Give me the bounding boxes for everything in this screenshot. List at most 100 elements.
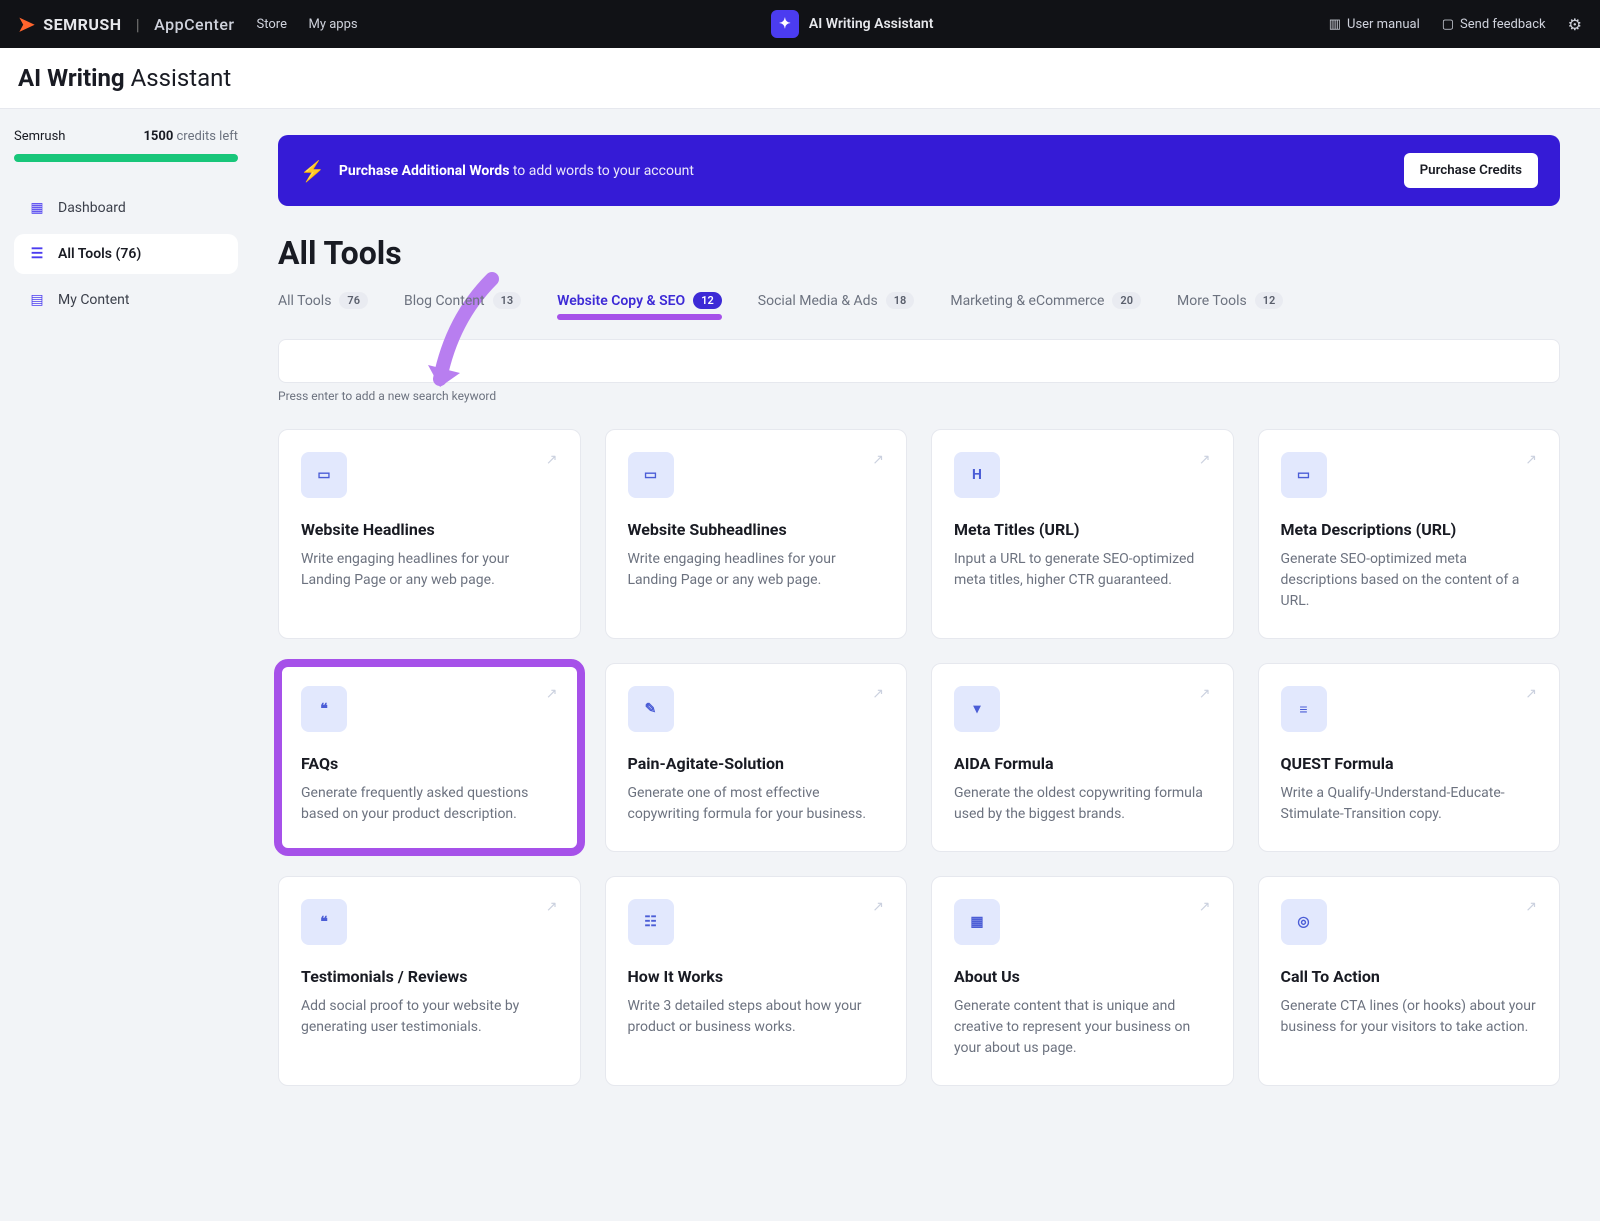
tool-card-pain-agitate-solution[interactable]: ✎↗Pain-Agitate-SolutionGenerate one of m… xyxy=(605,663,908,852)
tab-count: 13 xyxy=(493,292,522,309)
arrow-up-right-icon: ↗ xyxy=(1525,452,1537,468)
tab-label: Blog Content xyxy=(404,293,485,309)
tool-card-meta-titles-url-[interactable]: H↗Meta Titles (URL)Input a URL to genera… xyxy=(931,429,1234,639)
sidebar-item-label: Dashboard xyxy=(58,200,126,216)
tool-card-title: AIDA Formula xyxy=(954,754,1211,773)
credit-number: 1500 xyxy=(143,129,173,144)
banner-message: Purchase Additional Words to add words t… xyxy=(339,163,694,179)
search-hint: Press enter to add a new search keyword xyxy=(278,389,1560,403)
top-nav: Store My apps xyxy=(257,16,376,32)
tool-card-desc: Write 3 detailed steps about how your pr… xyxy=(628,996,885,1038)
tool-card-desc: Generate content that is unique and crea… xyxy=(954,996,1211,1059)
tool-card-quest-formula[interactable]: ≡↗QUEST FormulaWrite a Qualify-Understan… xyxy=(1258,663,1561,852)
tool-card-title: Website Headlines xyxy=(301,520,558,539)
tool-card-title: QUEST Formula xyxy=(1281,754,1538,773)
tool-card-how-it-works[interactable]: ☷ ↗ How It Works Write 3 detailed steps abo… xyxy=(605,876,908,1086)
nav-myapps[interactable]: My apps xyxy=(308,17,357,32)
tab-label: Website Copy & SEO xyxy=(557,293,685,309)
send-feedback-link[interactable]: ▢ Send feedback xyxy=(1442,17,1546,32)
tool-card-about-us[interactable]: ▦↗About UsGenerate content that is uniqu… xyxy=(931,876,1234,1086)
user-manual-link[interactable]: ▥ User manual xyxy=(1329,17,1420,32)
tool-card-desc: Write engaging headlines for your Landin… xyxy=(628,549,885,591)
sidebar: Semrush 1500 credits left ▦ Dashboard ☰ … xyxy=(0,109,252,1166)
tool-card-icon: ❝ xyxy=(301,899,347,945)
brand-logo[interactable]: ➤ SEMRUSH | AppCenter xyxy=(18,12,235,36)
tab-count: 12 xyxy=(693,292,722,309)
tab-more-tools[interactable]: More Tools12 xyxy=(1177,292,1283,319)
tool-card-icon: ◎ xyxy=(1281,899,1327,945)
heading-rest: Assistant xyxy=(125,64,232,92)
arrow-up-right-icon: ↗ xyxy=(546,452,558,468)
app-icon: ✦ xyxy=(771,10,799,38)
tool-card-title: Website Subheadlines xyxy=(628,520,885,539)
tab-label: All Tools xyxy=(278,293,331,309)
arrow-up-right-icon: ↗ xyxy=(872,899,884,915)
tool-card-title: Testimonials / Reviews xyxy=(301,967,558,986)
tool-card-title: Pain-Agitate-Solution xyxy=(628,754,885,773)
tool-card-desc: Generate frequently asked questions base… xyxy=(301,783,558,825)
sidebar-item-all-tools[interactable]: ☰ All Tools (76) xyxy=(14,234,238,274)
tool-card-icon: ▭ xyxy=(1281,452,1327,498)
tool-card-desc: Add social proof to your website by gene… xyxy=(301,996,558,1038)
app-title: AI Writing Assistant xyxy=(809,16,934,32)
arrow-up-right-icon: ↗ xyxy=(546,686,558,702)
sidebar-item-my-content[interactable]: ▤ My Content xyxy=(14,280,238,320)
page-heading: AI Writing Assistant xyxy=(18,64,1582,92)
nav-store[interactable]: Store xyxy=(257,17,287,32)
stack-icon: ☰ xyxy=(28,246,46,262)
arrow-up-right-icon: ↗ xyxy=(872,686,884,702)
tab-count: 76 xyxy=(339,292,368,309)
credit-progress xyxy=(14,154,238,162)
subheader: AI Writing Assistant xyxy=(0,48,1600,109)
tab-count: 18 xyxy=(886,292,915,309)
arrow-up-right-icon: ↗ xyxy=(546,899,558,915)
tool-card-title: About Us xyxy=(954,967,1211,986)
tab-all-tools[interactable]: All Tools 76 xyxy=(278,292,368,319)
tool-card-title: How It Works xyxy=(628,967,885,986)
arrow-up-right-icon: ↗ xyxy=(1525,686,1537,702)
tool-card-icon: ✎ xyxy=(628,686,674,732)
heading-bold: AI Writing xyxy=(18,64,125,92)
book-icon: ▥ xyxy=(1329,17,1341,32)
tool-card-icon: ≡ xyxy=(1281,686,1327,732)
tool-card-title: Meta Descriptions (URL) xyxy=(1281,520,1538,539)
tool-card-meta-descriptions-url-[interactable]: ▭↗Meta Descriptions (URL)Generate SEO-op… xyxy=(1258,429,1561,639)
tool-card-aida-formula[interactable]: ▾ ↗ AIDA Formula Generate the oldest copywr… xyxy=(931,663,1234,852)
sidebar-item-dashboard[interactable]: ▦ Dashboard xyxy=(14,188,238,228)
app-chip[interactable]: ✦ AI Writing Assistant xyxy=(771,10,934,38)
tool-card-icon: ▾ xyxy=(954,686,1000,732)
tab-social-media-ads[interactable]: Social Media & Ads 18 xyxy=(758,292,915,319)
chat-icon: ▢ xyxy=(1442,17,1454,32)
tool-tabs: All Tools 76 Blog Content 13 Website Copy & … xyxy=(278,292,1560,319)
tool-card-desc: Generate the oldest copywriting formula … xyxy=(954,783,1211,825)
tab-blog-content[interactable]: Blog Content 13 xyxy=(404,292,521,319)
flame-icon: ➤ xyxy=(18,12,35,36)
tool-card-website-subheadlines[interactable]: ▭ ↗ Website Subheadlines Write engaging hea… xyxy=(605,429,908,639)
tool-grid: ▭ ↗ Website Headlines Write engaging headli… xyxy=(278,429,1560,1086)
tab-website-copy-seo[interactable]: Website Copy & SEO 12 xyxy=(557,292,722,319)
search-input[interactable] xyxy=(278,339,1560,383)
tab-marketing-ecommerce[interactable]: Marketing & eCommerce20 xyxy=(950,292,1141,319)
settings-button[interactable]: ⚙ xyxy=(1568,15,1582,34)
grid-icon: ▦ xyxy=(28,200,46,216)
tool-card-icon: ❝ xyxy=(301,686,347,732)
arrow-up-right-icon: ↗ xyxy=(872,452,884,468)
tool-card-website-headlines[interactable]: ▭↗Website HeadlinesWrite engaging headli… xyxy=(278,429,581,639)
tool-card-call-to-action[interactable]: ◎↗Call To ActionGenerate CTA lines (or h… xyxy=(1258,876,1561,1086)
sidebar-item-label: My Content xyxy=(58,292,129,308)
purchase-credits-button[interactable]: Purchase Credits xyxy=(1404,153,1538,188)
tab-count: 12 xyxy=(1255,292,1284,309)
banner-rest: to add words to your account xyxy=(509,163,694,179)
user-manual-label: User manual xyxy=(1347,17,1420,32)
tab-count: 20 xyxy=(1112,292,1141,309)
arrow-up-right-icon: ↗ xyxy=(1199,686,1211,702)
tool-card-icon: ☷ xyxy=(628,899,674,945)
tab-label: Social Media & Ads xyxy=(758,293,878,309)
tool-card-faqs[interactable]: ❝↗FAQsGenerate frequently asked question… xyxy=(278,663,581,852)
tool-card-icon: ▭ xyxy=(628,452,674,498)
send-feedback-label: Send feedback xyxy=(1460,17,1546,32)
layout: Semrush 1500 credits left ▦ Dashboard ☰ … xyxy=(0,109,1600,1166)
tool-card-testimonials-reviews[interactable]: ❝ ↗ Testimonials / Reviews Add social proof… xyxy=(278,876,581,1086)
tool-card-desc: Input a URL to generate SEO-optimized me… xyxy=(954,549,1211,591)
gear-icon: ⚙ xyxy=(1568,15,1582,34)
